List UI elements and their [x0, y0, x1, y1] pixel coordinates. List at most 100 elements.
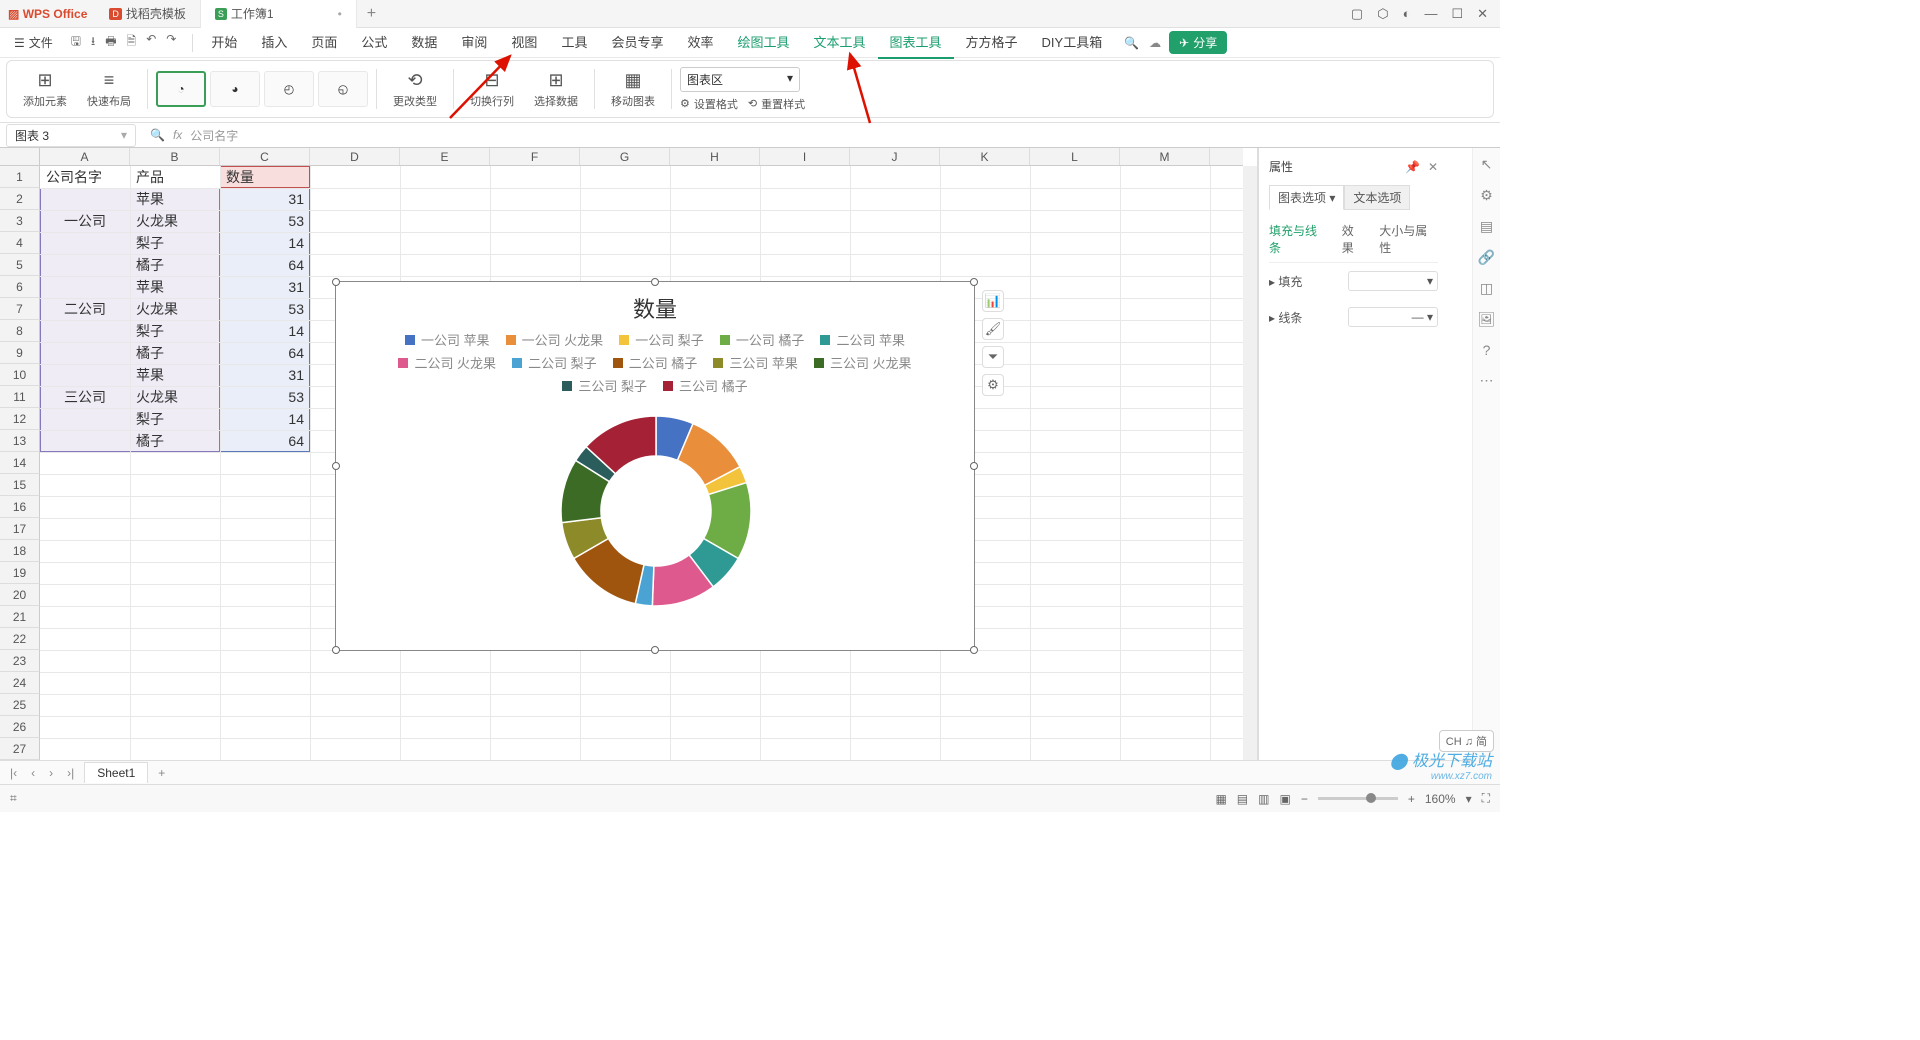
prop-tab-chart[interactable]: 图表选项 ▾: [1269, 185, 1344, 210]
menu-tab-3[interactable]: 公式: [349, 26, 399, 59]
sheet-tab-1[interactable]: Sheet1: [84, 762, 148, 783]
legend-item[interactable]: 三公司 火龙果: [814, 353, 912, 372]
legend-item[interactable]: 一公司 橘子: [720, 330, 805, 349]
wc-1[interactable]: ▢: [1351, 6, 1363, 22]
tab-add[interactable]: +: [357, 5, 386, 23]
product-cell[interactable]: 火龙果: [130, 386, 220, 408]
style-thumb-3[interactable]: ◴: [264, 71, 314, 107]
tab-workbook[interactable]: S工作簿1•: [201, 0, 357, 28]
fx-icon[interactable]: fx: [173, 128, 182, 142]
qat-undo[interactable]: ↶: [146, 32, 156, 53]
tab-templates[interactable]: D找稻壳模板: [95, 0, 201, 28]
legend-item[interactable]: 二公司 梨子: [512, 353, 597, 372]
style-thumb-1[interactable]: ◔: [156, 71, 206, 107]
legend-item[interactable]: 三公司 梨子: [562, 376, 647, 395]
product-cell[interactable]: 梨子: [130, 320, 220, 342]
select-data-button[interactable]: ⊞选择数据: [526, 70, 586, 109]
qty-cell[interactable]: 14: [220, 408, 310, 430]
zoom-in[interactable]: +: [1408, 792, 1415, 806]
header-cell[interactable]: 数量: [220, 166, 310, 188]
sheet-prev[interactable]: ‹: [27, 766, 39, 780]
qty-cell[interactable]: 64: [220, 254, 310, 276]
view-break[interactable]: ▥: [1258, 792, 1269, 806]
product-cell[interactable]: 橘子: [130, 430, 220, 452]
qty-cell[interactable]: 53: [220, 210, 310, 232]
chart-side-settings[interactable]: ⚙: [982, 374, 1004, 396]
legend-item[interactable]: 三公司 苹果: [713, 353, 798, 372]
qty-cell[interactable]: 64: [220, 430, 310, 452]
qty-cell[interactable]: 14: [220, 232, 310, 254]
chart-area-select[interactable]: 图表区▾: [680, 67, 800, 92]
move-chart-button[interactable]: ▦移动图表: [603, 70, 663, 109]
fx-search[interactable]: 🔍: [150, 128, 165, 142]
product-cell[interactable]: 苹果: [130, 364, 220, 386]
strip-help[interactable]: ?: [1483, 342, 1491, 358]
chart-title[interactable]: 数量: [336, 282, 974, 330]
wc-avatar[interactable]: ◐: [1403, 6, 1411, 22]
qty-cell[interactable]: 64: [220, 342, 310, 364]
product-cell[interactable]: 橘子: [130, 342, 220, 364]
menu-tab-14[interactable]: DIY工具箱: [1030, 26, 1115, 59]
view-read[interactable]: ▣: [1279, 792, 1290, 806]
minimize-icon[interactable]: —: [1424, 6, 1437, 22]
zoom-out[interactable]: −: [1301, 792, 1308, 806]
qat-preview[interactable]: 🗎: [127, 32, 137, 53]
menu-tab-13[interactable]: 方方格子: [954, 26, 1030, 59]
spreadsheet-grid[interactable]: ABCDEFGHIJKLM 12345678910111213141516171…: [0, 148, 1258, 784]
sheet-first[interactable]: |‹: [6, 766, 21, 780]
legend-item[interactable]: 二公司 火龙果: [398, 353, 496, 372]
qty-cell[interactable]: 31: [220, 364, 310, 386]
menu-tab-5[interactable]: 审阅: [449, 26, 499, 59]
legend-item[interactable]: 二公司 橘子: [613, 353, 698, 372]
company-cell[interactable]: 二公司: [40, 298, 130, 320]
qat-export[interactable]: ⭳: [91, 32, 95, 53]
add-element-button[interactable]: ⊞添加元素: [15, 70, 75, 109]
qty-cell[interactable]: 53: [220, 386, 310, 408]
menu-tab-7[interactable]: 工具: [549, 26, 599, 59]
strip-more[interactable]: ⋯: [1480, 372, 1494, 389]
zoom-slider[interactable]: [1318, 797, 1398, 800]
column-headers[interactable]: ABCDEFGHIJKLM: [40, 148, 1243, 166]
menu-tab-4[interactable]: 数据: [399, 26, 449, 59]
chart-legend[interactable]: 一公司 苹果一公司 火龙果一公司 梨子一公司 橘子二公司 苹果二公司 火龙果二公…: [336, 330, 974, 401]
cloud-icon[interactable]: ☁: [1149, 36, 1161, 50]
menu-tab-0[interactable]: 开始: [199, 26, 249, 59]
product-cell[interactable]: 苹果: [130, 188, 220, 210]
pin-icon[interactable]: 📌: [1405, 160, 1420, 174]
company-cell[interactable]: 三公司: [40, 386, 130, 408]
wc-2[interactable]: ⬡: [1377, 6, 1388, 22]
menu-tab-11[interactable]: 文本工具: [802, 26, 878, 59]
qty-cell[interactable]: 31: [220, 188, 310, 210]
company-cell[interactable]: 一公司: [40, 210, 130, 232]
strip-shape[interactable]: ◫: [1480, 280, 1493, 297]
vertical-scrollbar[interactable]: [1243, 166, 1257, 770]
chart-object[interactable]: 数量 一公司 苹果一公司 火龙果一公司 梨子一公司 橘子二公司 苹果二公司 火龙…: [335, 281, 975, 651]
set-format-button[interactable]: ⚙ 设置格式: [680, 96, 738, 112]
share-button[interactable]: ✈ 分享: [1169, 31, 1227, 54]
sheet-last[interactable]: ›|: [63, 766, 78, 780]
panel-close-icon[interactable]: ✕: [1428, 160, 1438, 174]
product-cell[interactable]: 火龙果: [130, 298, 220, 320]
menu-tab-6[interactable]: 视图: [499, 26, 549, 59]
strip-select[interactable]: ↖: [1481, 156, 1493, 173]
legend-item[interactable]: 三公司 橘子: [663, 376, 748, 395]
quick-layout-button[interactable]: ≡快速布局: [79, 70, 139, 109]
name-box[interactable]: 图表 3▾: [6, 124, 136, 147]
header-cell[interactable]: 公司名字: [40, 166, 130, 188]
style-thumb-2[interactable]: ◕: [210, 71, 260, 107]
menu-tab-10[interactable]: 绘图工具: [725, 26, 801, 59]
menu-tab-9[interactable]: 效率: [675, 26, 725, 59]
view-page[interactable]: ▤: [1237, 792, 1248, 806]
formula-input[interactable]: 公司名字: [190, 127, 238, 144]
zoom-value[interactable]: 160%: [1425, 792, 1456, 806]
row-headers[interactable]: 1234567891011121314151617181920212223242…: [0, 166, 40, 760]
qty-cell[interactable]: 14: [220, 320, 310, 342]
close-icon[interactable]: ✕: [1477, 6, 1488, 22]
legend-item[interactable]: 二公司 苹果: [820, 330, 905, 349]
strip-link[interactable]: 🔗: [1478, 249, 1495, 266]
menu-tab-12[interactable]: 图表工具: [878, 26, 954, 59]
header-cell[interactable]: 产品: [130, 166, 220, 188]
qty-cell[interactable]: 53: [220, 298, 310, 320]
maximize-icon[interactable]: ☐: [1451, 6, 1463, 22]
search-icon[interactable]: 🔍: [1114, 36, 1149, 50]
